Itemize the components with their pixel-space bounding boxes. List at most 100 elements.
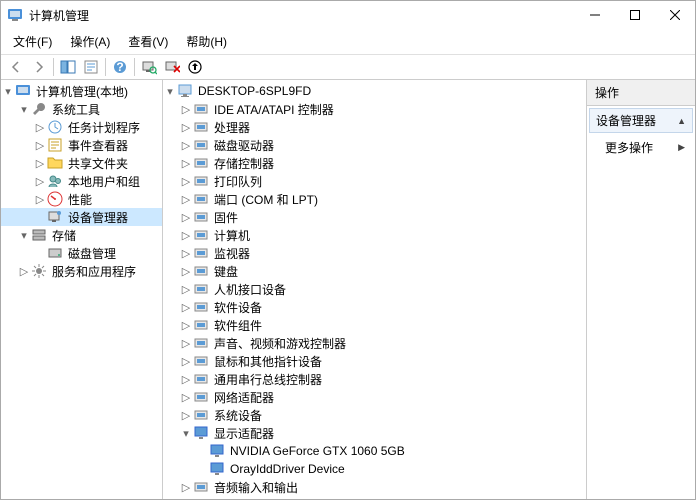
uninstall-button[interactable] xyxy=(161,57,183,77)
dev-category-3[interactable]: ▷ 存储控制器 xyxy=(163,154,586,172)
twisty-icon[interactable]: ▷ xyxy=(179,210,193,224)
gear-icon xyxy=(31,263,47,279)
node-label: 通用串行总线控制器 xyxy=(212,371,324,388)
twisty-icon[interactable]: ▷ xyxy=(179,300,193,314)
maximize-button[interactable] xyxy=(615,1,655,29)
dev-category-4[interactable]: ▷打印队列 xyxy=(163,172,586,190)
twisty-icon[interactable]: ▷ xyxy=(179,138,193,152)
back-button[interactable] xyxy=(5,57,27,77)
node-label: 服务和应用程序 xyxy=(50,263,138,280)
twisty-icon[interactable]: ▷ xyxy=(179,372,193,386)
twisty-icon[interactable]: ▾ xyxy=(1,84,15,98)
node-label: 磁盘管理 xyxy=(66,245,118,262)
menu-view[interactable]: 查看(V) xyxy=(120,31,176,52)
dev-category-11[interactable]: ▷软件设备 xyxy=(163,298,586,316)
twisty-icon[interactable]: ▷ xyxy=(33,174,47,188)
dev-root[interactable]: ▾DESKTOP-6SPL9FD xyxy=(163,82,586,100)
minimize-button[interactable] xyxy=(575,1,615,29)
twisty-icon[interactable]: ▷ xyxy=(179,192,193,206)
twisty-icon[interactable]: ▷ xyxy=(179,174,193,188)
dev-category-16[interactable]: ▷网络适配器 xyxy=(163,388,586,406)
twisty-icon[interactable]: ▷ xyxy=(179,282,193,296)
dev-category-17[interactable]: ▷系统设备 xyxy=(163,406,586,424)
twisty-icon[interactable]: ▾ xyxy=(179,426,193,440)
nav-root[interactable]: ▾计算机管理(本地) xyxy=(1,82,162,100)
twisty-icon[interactable]: ▷ xyxy=(17,264,31,278)
twisty-icon[interactable]: ▷ xyxy=(179,480,193,494)
left-pane[interactable]: ▾计算机管理(本地)▾系统工具▷任务计划程序▷事件查看器▷共享文件夹▷本地用户和… xyxy=(1,80,163,499)
dev-category-15[interactable]: ▷ 通用串行总线控制器 xyxy=(163,370,586,388)
twisty-icon[interactable]: ▷ xyxy=(179,318,193,332)
monitor-icon xyxy=(209,443,225,459)
twisty-icon[interactable]: ▷ xyxy=(179,264,193,278)
update-driver-button[interactable] xyxy=(184,57,206,77)
dev-gpu-1[interactable]: NVIDIA GeForce GTX 1060 5GB xyxy=(163,442,586,460)
dev-category-9[interactable]: ▷键盘 xyxy=(163,262,586,280)
node-label: 设备管理器 xyxy=(66,209,130,226)
close-button[interactable] xyxy=(655,1,695,29)
properties-button[interactable] xyxy=(80,57,102,77)
svg-text:?: ? xyxy=(116,60,123,74)
menu-help[interactable]: 帮助(H) xyxy=(178,31,235,52)
nav-event-viewer[interactable]: ▷事件查看器 xyxy=(1,136,162,154)
twisty-icon[interactable]: ▾ xyxy=(17,228,31,242)
dev-category-13[interactable]: ▷声音、视频和游戏控制器 xyxy=(163,334,586,352)
twisty-icon[interactable]: ▷ xyxy=(33,156,47,170)
dev-icon xyxy=(193,335,209,351)
twisty-icon[interactable]: ▷ xyxy=(33,120,47,134)
twisty-icon[interactable]: ▷ xyxy=(179,156,193,170)
nav-services[interactable]: ▷ 服务和应用程序 xyxy=(1,262,162,280)
show-hide-tree-button[interactable] xyxy=(57,57,79,77)
dev-audio[interactable]: ▷音频输入和输出 xyxy=(163,478,586,496)
forward-button[interactable] xyxy=(28,57,50,77)
dev-category-10[interactable]: ▷人机接口设备 xyxy=(163,280,586,298)
twisty-icon[interactable]: ▷ xyxy=(33,138,47,152)
dev-category-12[interactable]: ▷ 软件组件 xyxy=(163,316,586,334)
twisty-icon[interactable]: ▾ xyxy=(163,84,177,98)
node-label: 软件组件 xyxy=(212,317,264,334)
nav-local-users[interactable]: ▷本地用户和组 xyxy=(1,172,162,190)
nav-storage[interactable]: ▾存储 xyxy=(1,226,162,244)
center-pane[interactable]: ▾DESKTOP-6SPL9FD▷IDE ATA/ATAPI 控制器▷处理器▷磁… xyxy=(163,80,587,499)
node-label: 共享文件夹 xyxy=(66,155,130,172)
menu-file[interactable]: 文件(F) xyxy=(5,31,60,52)
help-button[interactable]: ? xyxy=(109,57,131,77)
twisty-icon[interactable]: ▷ xyxy=(179,246,193,260)
node-label: 存储控制器 xyxy=(212,155,276,172)
nav-device-manager[interactable]: 设备管理器 xyxy=(1,208,162,226)
actions-context[interactable]: 设备管理器 ▲ xyxy=(589,108,693,133)
twisty-icon[interactable]: ▷ xyxy=(179,102,193,116)
clock-icon xyxy=(47,119,63,135)
twisty-icon[interactable]: ▷ xyxy=(179,228,193,242)
actions-more[interactable]: 更多操作 ▶ xyxy=(587,135,695,160)
dev-category-0[interactable]: ▷IDE ATA/ATAPI 控制器 xyxy=(163,100,586,118)
nav-shared-folders[interactable]: ▷ 共享文件夹 xyxy=(1,154,162,172)
devmgr-icon xyxy=(47,209,63,225)
twisty-icon[interactable]: ▷ xyxy=(179,390,193,404)
twisty-icon[interactable]: ▷ xyxy=(179,120,193,134)
dev-display-adapters[interactable]: ▾显示适配器 xyxy=(163,424,586,442)
dev-category-2[interactable]: ▷磁盘驱动器 xyxy=(163,136,586,154)
nav-disk-management[interactable]: 磁盘管理 xyxy=(1,244,162,262)
twisty-icon[interactable]: ▾ xyxy=(17,102,31,116)
nav-system-tools[interactable]: ▾系统工具 xyxy=(1,100,162,118)
dev-category-7[interactable]: ▷计算机 xyxy=(163,226,586,244)
scan-hardware-button[interactable] xyxy=(138,57,160,77)
mgr-icon xyxy=(15,83,31,99)
dev-category-1[interactable]: ▷处理器 xyxy=(163,118,586,136)
menu-action[interactable]: 操作(A) xyxy=(62,31,118,52)
dev-category-14[interactable]: ▷鼠标和其他指针设备 xyxy=(163,352,586,370)
body: ▾计算机管理(本地)▾系统工具▷任务计划程序▷事件查看器▷共享文件夹▷本地用户和… xyxy=(1,80,695,499)
twisty-icon[interactable]: ▷ xyxy=(179,336,193,350)
dev-gpu-2[interactable]: OrayIddDriver Device xyxy=(163,460,586,478)
dev-icon xyxy=(193,191,209,207)
perf-icon xyxy=(47,191,63,207)
dev-category-6[interactable]: ▷固件 xyxy=(163,208,586,226)
nav-task-scheduler[interactable]: ▷任务计划程序 xyxy=(1,118,162,136)
twisty-icon[interactable]: ▷ xyxy=(33,192,47,206)
dev-category-5[interactable]: ▷端口 (COM 和 LPT) xyxy=(163,190,586,208)
dev-category-8[interactable]: ▷监视器 xyxy=(163,244,586,262)
twisty-icon[interactable]: ▷ xyxy=(179,354,193,368)
nav-performance[interactable]: ▷性能 xyxy=(1,190,162,208)
twisty-icon[interactable]: ▷ xyxy=(179,408,193,422)
